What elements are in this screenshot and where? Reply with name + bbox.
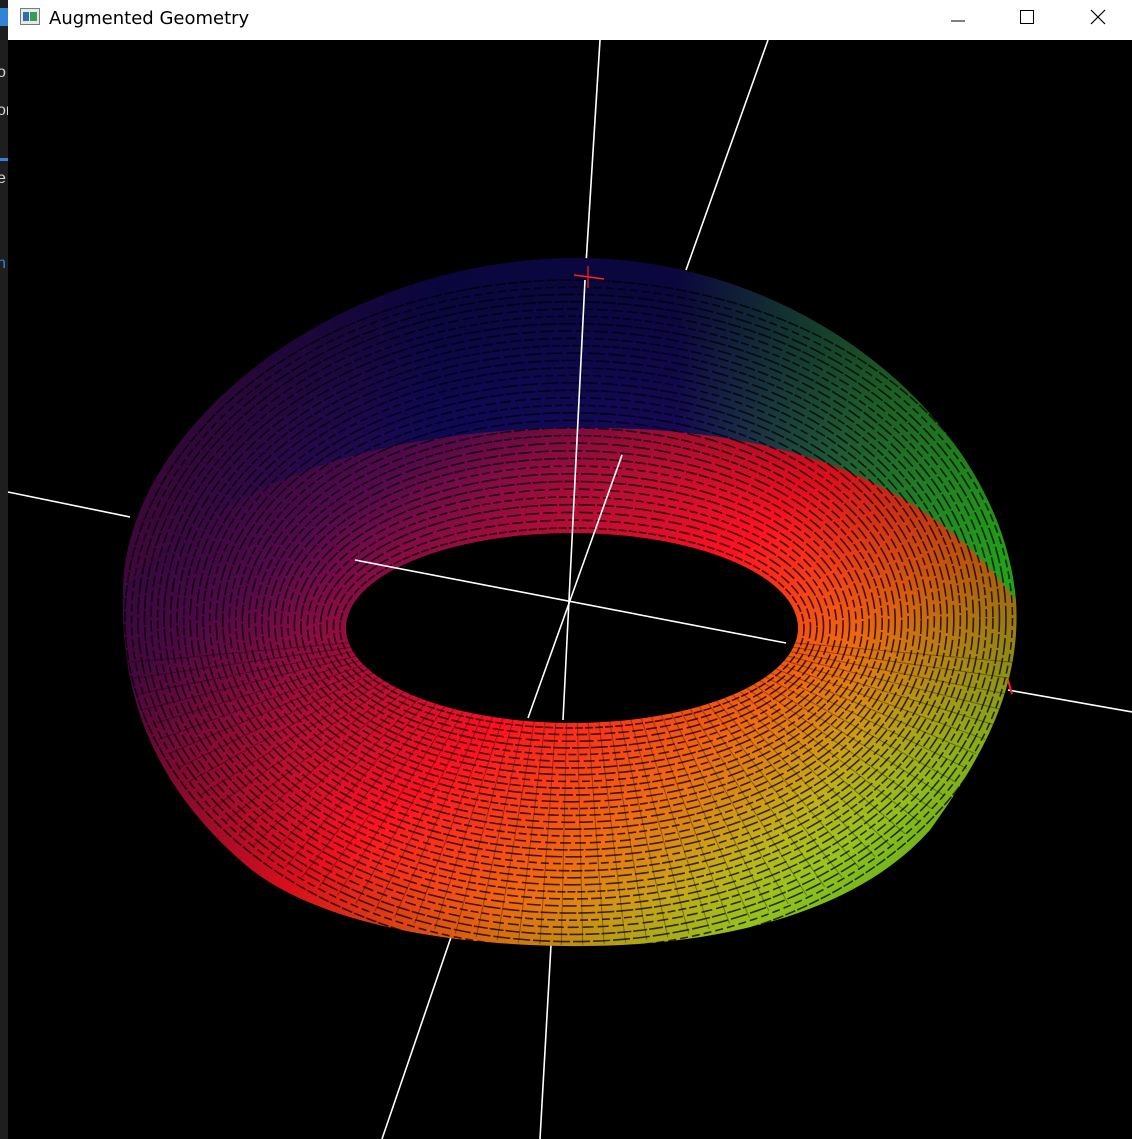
diagonal-axis-top: [685, 39, 769, 271]
app-window: Augmented Geometry: [7, 0, 1132, 1139]
3d-viewport[interactable]: [7, 39, 1132, 1139]
torus-scene[interactable]: [0, 0, 1132, 1139]
z-axis-bottom: [539, 944, 552, 1139]
